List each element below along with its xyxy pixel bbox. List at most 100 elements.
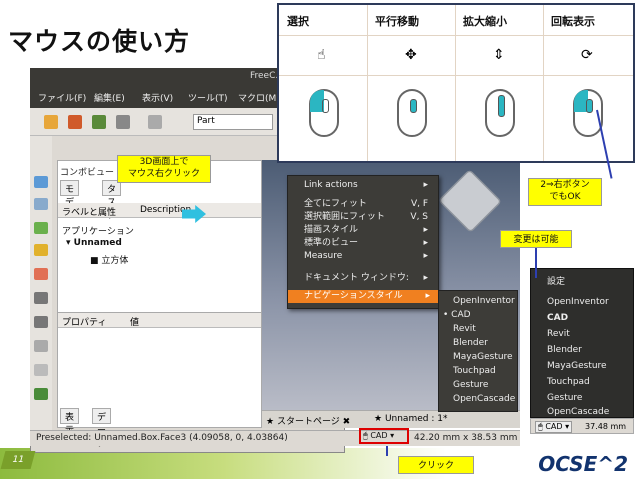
callout-right-button: 2⇒右ボタン でもOK (528, 178, 602, 206)
pointer-icon: ☝ (317, 47, 326, 63)
ctx-arrow: ▸ (423, 238, 428, 248)
tool-icon[interactable] (34, 198, 48, 210)
rotate-icon: ⟳ (581, 47, 593, 63)
right-status: 🖱 CAD ▾ 37.48 mm (530, 418, 634, 434)
tool-icon[interactable] (34, 388, 48, 400)
nav-option[interactable]: MayaGesture (453, 350, 513, 364)
ctx-standard-views[interactable]: 標準のビュー ▸ (304, 237, 436, 250)
tool-icon[interactable] (34, 176, 48, 188)
doc-label: Unnamed (73, 238, 122, 248)
tab-unnamed[interactable]: ★ Unnamed : 1* (374, 414, 447, 424)
nav-option[interactable]: Touchpad (453, 364, 496, 378)
tree-doc[interactable]: ▾ Unnamed (66, 238, 122, 248)
play-icon[interactable] (34, 364, 48, 376)
ctx-navigation-style[interactable]: ナビゲーションスタイル ▸ (288, 290, 438, 303)
print-icon[interactable] (116, 115, 130, 129)
save-icon[interactable] (92, 115, 106, 129)
nav-option[interactable]: OpenInventor (453, 294, 515, 308)
nav-option[interactable]: Gesture (453, 378, 488, 392)
ctx-document-window[interactable]: ドキュメント ウィンドウ: ▸ (304, 272, 436, 285)
ctx-label: Measure (304, 251, 343, 261)
start-page-label: スタートページ (276, 417, 340, 427)
zoom-icon: ⇕ (493, 47, 505, 63)
nav-option[interactable]: MayaGesture (547, 359, 607, 373)
nav-option[interactable]: Blender (453, 336, 488, 350)
ctx-measure[interactable]: Measure ▸ (304, 250, 436, 263)
ctx-label: ドキュメント ウィンドウ: (304, 273, 409, 283)
ctx-arrow: ▸ (423, 273, 428, 283)
menu-tools[interactable]: ツール(T) (188, 91, 228, 104)
nav-option-selected[interactable]: • CAD (443, 308, 471, 322)
ctx-arrow: ▸ (423, 225, 428, 235)
tree-item[interactable]: ■ 立方体 (90, 253, 128, 266)
tab-start-page[interactable]: ★ スタートページ ✖ (266, 414, 350, 427)
nav-style-label: CAD (370, 431, 388, 440)
workbench-selector[interactable]: Part (193, 114, 273, 130)
move-icon: ✥ (405, 47, 417, 63)
nav-option[interactable]: OpenCascade (547, 405, 609, 419)
tree-header: ラベルと属性 Description (58, 203, 261, 218)
cut-icon[interactable] (148, 115, 162, 129)
divider (455, 5, 456, 161)
connector-line (386, 446, 388, 456)
nav-option[interactable]: Touchpad (547, 375, 590, 389)
divider (279, 35, 633, 36)
divider (543, 5, 544, 161)
nav-option[interactable]: Gesture (547, 391, 582, 405)
ctx-link-actions[interactable]: Link actions ▸ (304, 179, 436, 192)
ctx-shortcut: V, S (410, 212, 428, 222)
page-title: マウスの使い方 (8, 27, 191, 56)
nav-option[interactable]: Revit (453, 322, 476, 336)
divider (367, 5, 368, 161)
new-icon[interactable] (44, 115, 58, 129)
settings-header: 設定 (547, 277, 566, 287)
document-tabs: ★ スタートページ ✖ ★ Unnamed : 1* (262, 410, 520, 428)
wheel-scroll-highlight (498, 95, 505, 117)
ctx-draw-style[interactable]: 描画スタイル ▸ (304, 224, 436, 237)
ctx-fit-selection[interactable]: 選択範囲にフィット V, S (304, 211, 436, 224)
wheel (322, 99, 329, 113)
slide-number: 11 (0, 451, 36, 469)
tool-icon[interactable] (34, 316, 48, 328)
nav-style-label: CAD (545, 422, 563, 431)
open-icon[interactable] (68, 115, 82, 129)
tab-view[interactable]: 表示 (60, 408, 80, 436)
tool-icon[interactable] (34, 244, 48, 256)
nav-style-button[interactable]: 🖱 CAD ▾ (535, 421, 573, 433)
ctx-fit-all[interactable]: 全てにフィット V, F (304, 198, 436, 211)
header-label: ラベルと属性 (62, 208, 117, 218)
mouse-zoom-icon (485, 89, 515, 137)
ctx-label: 描画スタイル (304, 225, 359, 235)
menu-edit[interactable]: 編集(E) (94, 91, 125, 104)
tool-icon[interactable] (34, 292, 48, 304)
ctx-label: Link actions (304, 180, 358, 190)
tree-root[interactable]: アプリケーション (62, 224, 134, 237)
nav-option-selected[interactable]: CAD (547, 311, 568, 325)
tool-icon[interactable] (34, 340, 48, 352)
tool-icon[interactable] (34, 268, 48, 280)
ctx-label: ナビゲーションスタイル (304, 291, 403, 301)
nav-option[interactable]: Revit (547, 327, 570, 341)
ctx-arrow: ▸ (423, 251, 428, 261)
tab-data[interactable]: データ (92, 408, 112, 449)
nav-style-button[interactable]: 🖱 CAD ▾ (359, 428, 409, 444)
value-label: 値 (130, 318, 140, 328)
check-icon[interactable] (34, 222, 48, 234)
nav-option-label: CAD (451, 310, 471, 320)
nav-option[interactable]: OpenInventor (547, 295, 609, 309)
ctx-label: 標準のビュー (304, 238, 359, 248)
unnamed-label: Unnamed : 1* (384, 414, 448, 424)
wheel-highlight (410, 99, 417, 113)
ctx-arrow: ▸ (425, 291, 430, 301)
callout-click: クリック (398, 456, 474, 474)
menu-view[interactable]: 表示(V) (142, 91, 173, 104)
ctx-label: 全てにフィット (304, 199, 367, 209)
dimension-readout: 42.20 mm x 38.53 mm (414, 433, 518, 443)
menu-file[interactable]: ファイル(F) (38, 91, 86, 104)
nav-option[interactable]: OpenCascade (453, 392, 515, 406)
tab-model[interactable]: モデル (60, 180, 80, 221)
menu-macro[interactable]: マクロ(M (238, 91, 276, 104)
nav-option[interactable]: Blender (547, 343, 582, 357)
left-toolbar (30, 136, 52, 436)
header-pan: 平行移動 (375, 15, 419, 28)
